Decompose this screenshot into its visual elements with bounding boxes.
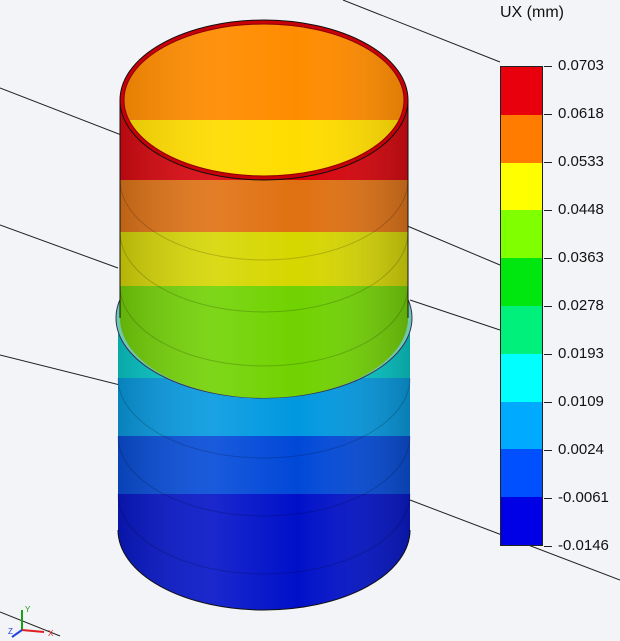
color-band	[501, 306, 542, 354]
tick-mark	[544, 402, 552, 403]
color-band	[501, 497, 542, 546]
tick-label: 0.0278	[558, 297, 604, 314]
color-scale-bar[interactable]	[500, 66, 543, 546]
color-band	[501, 258, 542, 307]
tick-mark	[544, 114, 552, 115]
tick-label: 0.0024	[558, 441, 604, 458]
tick-label: 0.0193	[558, 345, 604, 362]
color-band	[501, 114, 542, 163]
tick-label: 0.0448	[558, 201, 604, 218]
tick-mark	[544, 258, 552, 259]
tick-mark	[544, 210, 552, 211]
legend-title: UX (mm)	[500, 4, 564, 21]
tick-mark	[544, 162, 552, 163]
tick-label: 0.0533	[558, 153, 604, 170]
color-band	[501, 67, 542, 115]
tick-mark	[544, 66, 552, 67]
x-axis-label: X	[48, 629, 54, 638]
tick-mark	[544, 354, 552, 355]
color-band	[501, 401, 542, 450]
color-band	[501, 449, 542, 498]
color-band	[501, 210, 542, 259]
color-band	[501, 162, 542, 211]
z-axis-label: Z	[8, 627, 13, 636]
tick-mark	[544, 498, 552, 499]
tick-label: 0.0618	[558, 105, 604, 122]
tick-label: 0.0363	[558, 249, 604, 266]
coordinate-triad[interactable]: Y X Z	[8, 604, 58, 640]
tick-label: -0.0146	[558, 537, 609, 554]
tick-mark	[544, 306, 552, 307]
y-axis-label: Y	[25, 605, 31, 614]
color-band	[501, 353, 542, 402]
tick-label: 0.0109	[558, 393, 604, 410]
z-axis-arrow	[11, 629, 23, 638]
tick-label: -0.0061	[558, 489, 609, 506]
tick-label: 0.0703	[558, 57, 604, 74]
x-axis-arrow	[21, 629, 45, 633]
tick-mark	[544, 450, 552, 451]
tick-mark	[544, 546, 552, 547]
